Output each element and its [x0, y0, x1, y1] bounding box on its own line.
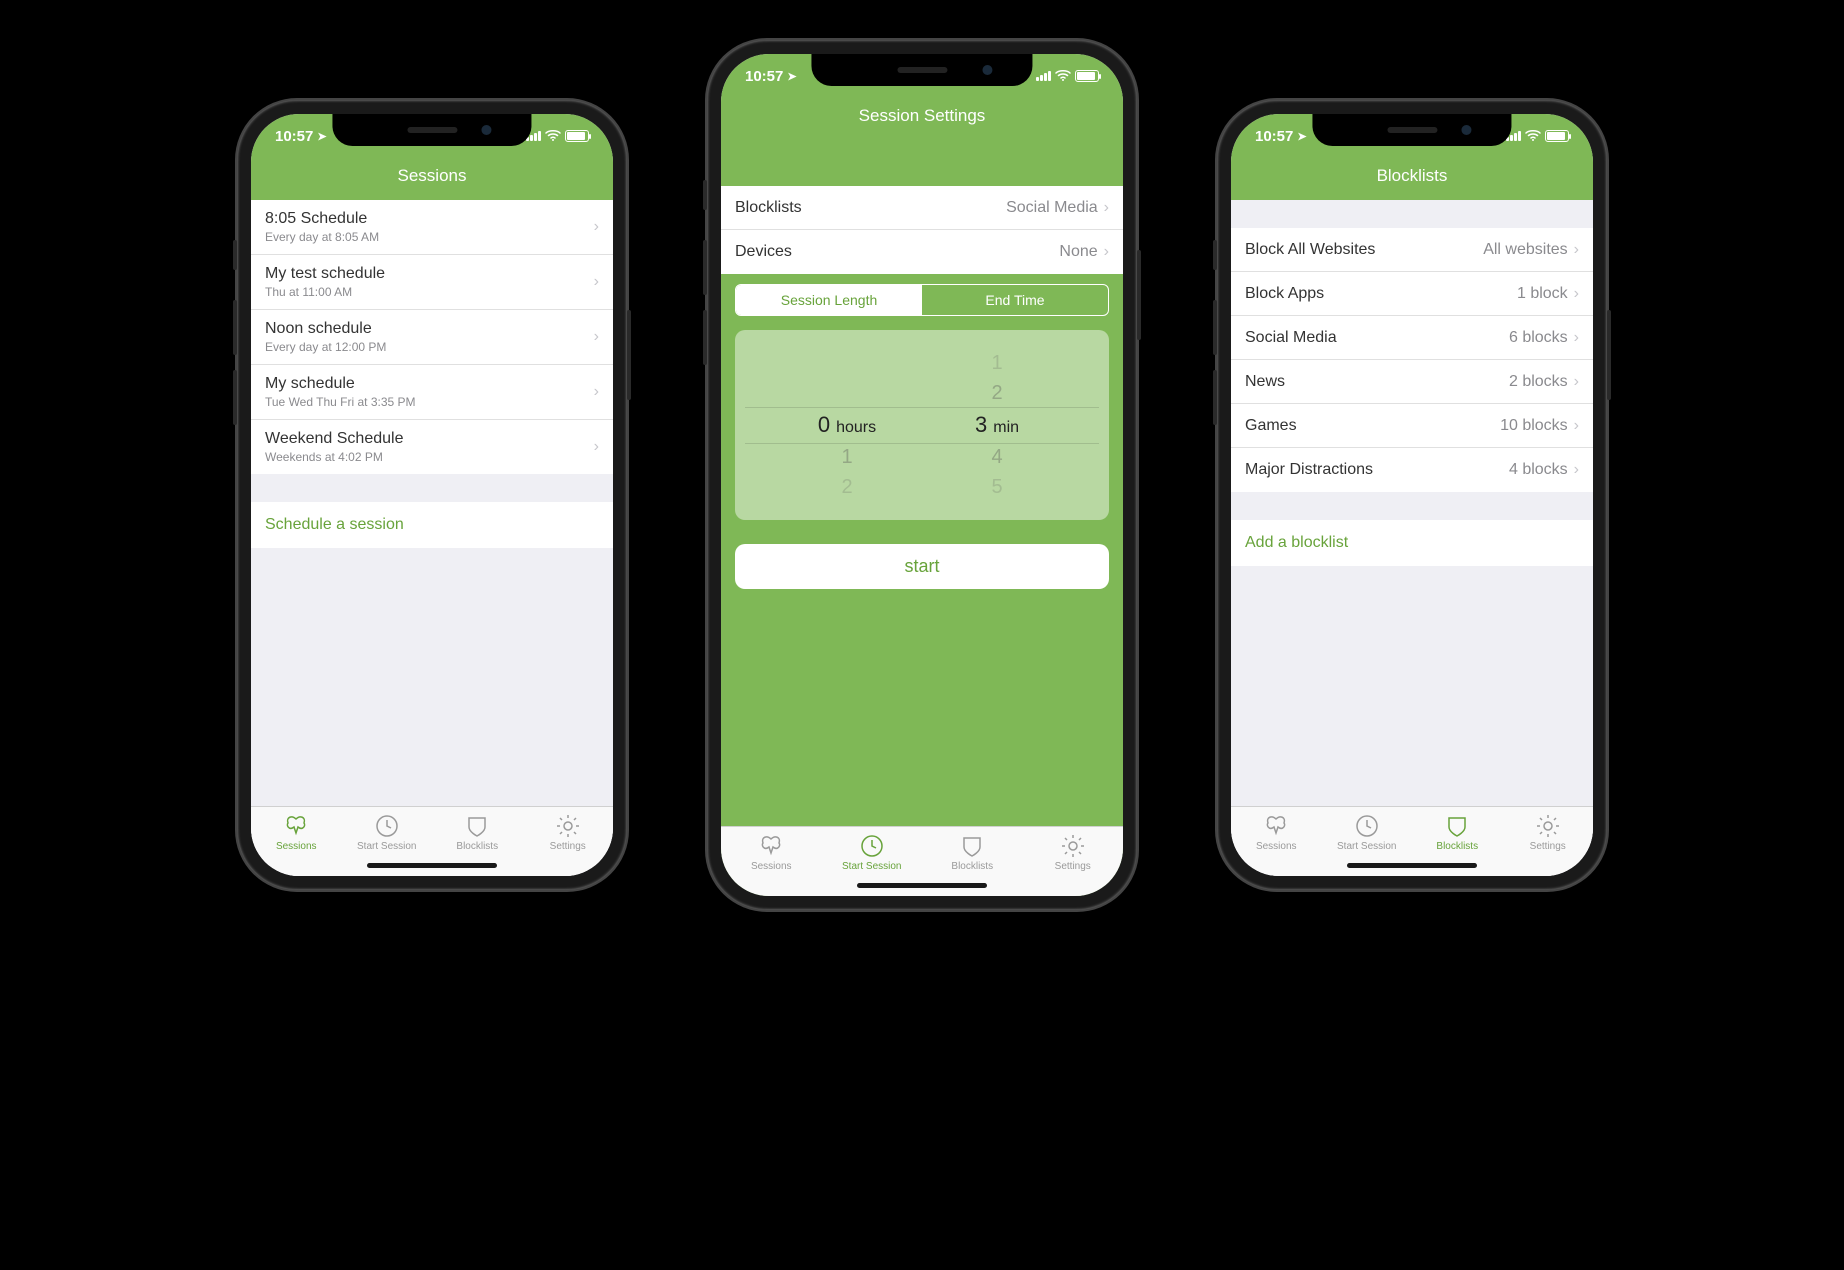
- tab-settings[interactable]: Settings: [1503, 813, 1594, 852]
- segment-session-length[interactable]: Session Length: [736, 285, 922, 315]
- session-row[interactable]: Weekend ScheduleWeekends at 4:02 PM ›: [251, 420, 613, 474]
- battery-icon: [1545, 130, 1569, 142]
- chevron-right-icon: ›: [1574, 461, 1579, 479]
- settings-list: Blocklists Social Media› Devices None›: [721, 186, 1123, 274]
- blocklist-row[interactable]: Block Apps 1 block›: [1231, 272, 1593, 316]
- page-title: Sessions: [251, 166, 613, 186]
- chevron-right-icon: ›: [594, 328, 599, 346]
- duration-picker[interactable]: 0hours 1 2 1 2 3min 4 5: [735, 330, 1109, 520]
- session-row[interactable]: 8:05 ScheduleEvery day at 8:05 AM ›: [251, 200, 613, 255]
- blocklists-row[interactable]: Blocklists Social Media›: [721, 186, 1123, 230]
- session-row[interactable]: Noon scheduleEvery day at 12:00 PM ›: [251, 310, 613, 365]
- wifi-icon: [1525, 129, 1541, 144]
- gear-icon: [555, 813, 581, 839]
- clock-icon: [859, 833, 885, 859]
- devices-row[interactable]: Devices None›: [721, 230, 1123, 274]
- chevron-right-icon: ›: [1104, 243, 1109, 261]
- minutes-wheel[interactable]: 1 2 3min 4 5: [942, 348, 1052, 502]
- butterfly-icon: [283, 813, 309, 839]
- tab-blocklists[interactable]: Blocklists: [922, 833, 1023, 872]
- wifi-icon: [545, 129, 561, 144]
- wifi-icon: [1055, 69, 1071, 84]
- hours-wheel[interactable]: 0hours 1 2: [792, 348, 902, 502]
- butterfly-icon: [758, 833, 784, 859]
- session-row[interactable]: My test scheduleThu at 11:00 AM ›: [251, 255, 613, 310]
- blocklist-row[interactable]: Games 10 blocks›: [1231, 404, 1593, 448]
- phone-sessions: 10:57 ➤ Sessions 8:05 ScheduleEvery day a…: [237, 100, 627, 890]
- tab-sessions[interactable]: Sessions: [251, 813, 342, 852]
- clock-icon: [1354, 813, 1380, 839]
- tab-start-session[interactable]: Start Session: [342, 813, 433, 852]
- butterfly-icon: [1263, 813, 1289, 839]
- tab-start-session[interactable]: Start Session: [822, 833, 923, 872]
- tab-settings[interactable]: Settings: [1023, 833, 1124, 872]
- header: Session Settings: [721, 98, 1123, 186]
- blocklist-row[interactable]: Social Media 6 blocks›: [1231, 316, 1593, 360]
- clock-icon: [374, 813, 400, 839]
- chevron-right-icon: ›: [594, 383, 599, 401]
- battery-icon: [1075, 70, 1099, 82]
- schedule-session-button[interactable]: Schedule a session: [251, 502, 613, 548]
- shield-icon: [464, 813, 490, 839]
- status-time: 10:57: [275, 128, 313, 145]
- tab-settings[interactable]: Settings: [523, 813, 614, 852]
- header: Sessions: [251, 158, 613, 200]
- blocklists-list: Block All Websites All websites› Block A…: [1231, 228, 1593, 492]
- add-blocklist-button[interactable]: Add a blocklist: [1231, 520, 1593, 566]
- shield-icon: [959, 833, 985, 859]
- tab-blocklists[interactable]: Blocklists: [1412, 813, 1503, 852]
- segment-end-time[interactable]: End Time: [922, 285, 1108, 315]
- location-icon: ➤: [317, 130, 326, 143]
- status-time: 10:57: [745, 68, 783, 85]
- tab-blocklists[interactable]: Blocklists: [432, 813, 523, 852]
- signal-icon: [1036, 71, 1051, 81]
- status-time: 10:57: [1255, 128, 1293, 145]
- gear-icon: [1060, 833, 1086, 859]
- chevron-right-icon: ›: [1574, 373, 1579, 391]
- location-icon: ➤: [787, 70, 796, 83]
- gear-icon: [1535, 813, 1561, 839]
- tab-sessions[interactable]: Sessions: [1231, 813, 1322, 852]
- page-title: Session Settings: [721, 106, 1123, 126]
- shield-icon: [1444, 813, 1470, 839]
- battery-icon: [565, 130, 589, 142]
- chevron-right-icon: ›: [594, 218, 599, 236]
- tab-start-session[interactable]: Start Session: [1322, 813, 1413, 852]
- chevron-right-icon: ›: [1574, 329, 1579, 347]
- home-indicator[interactable]: [367, 863, 497, 868]
- home-indicator[interactable]: [1347, 863, 1477, 868]
- chevron-right-icon: ›: [1574, 285, 1579, 303]
- start-button[interactable]: start: [735, 544, 1109, 589]
- chevron-right-icon: ›: [1104, 199, 1109, 217]
- header: Blocklists: [1231, 158, 1593, 200]
- blocklist-row[interactable]: Block All Websites All websites›: [1231, 228, 1593, 272]
- sessions-list: 8:05 ScheduleEvery day at 8:05 AM › My t…: [251, 200, 613, 474]
- chevron-right-icon: ›: [1574, 417, 1579, 435]
- chevron-right-icon: ›: [594, 273, 599, 291]
- phone-blocklists: 10:57 ➤ Blocklists Block All Websites All…: [1217, 100, 1607, 890]
- location-icon: ➤: [1297, 130, 1306, 143]
- session-row[interactable]: My scheduleTue Wed Thu Fri at 3:35 PM ›: [251, 365, 613, 420]
- segmented-control: Session Length End Time: [735, 284, 1109, 316]
- page-title: Blocklists: [1231, 166, 1593, 186]
- phone-session-settings: 10:57 ➤ Session Settings Blocklists Socia…: [707, 40, 1137, 910]
- chevron-right-icon: ›: [1574, 241, 1579, 259]
- blocklist-row[interactable]: Major Distractions 4 blocks›: [1231, 448, 1593, 492]
- tab-sessions[interactable]: Sessions: [721, 833, 822, 872]
- home-indicator[interactable]: [857, 883, 987, 888]
- chevron-right-icon: ›: [594, 438, 599, 456]
- blocklist-row[interactable]: News 2 blocks›: [1231, 360, 1593, 404]
